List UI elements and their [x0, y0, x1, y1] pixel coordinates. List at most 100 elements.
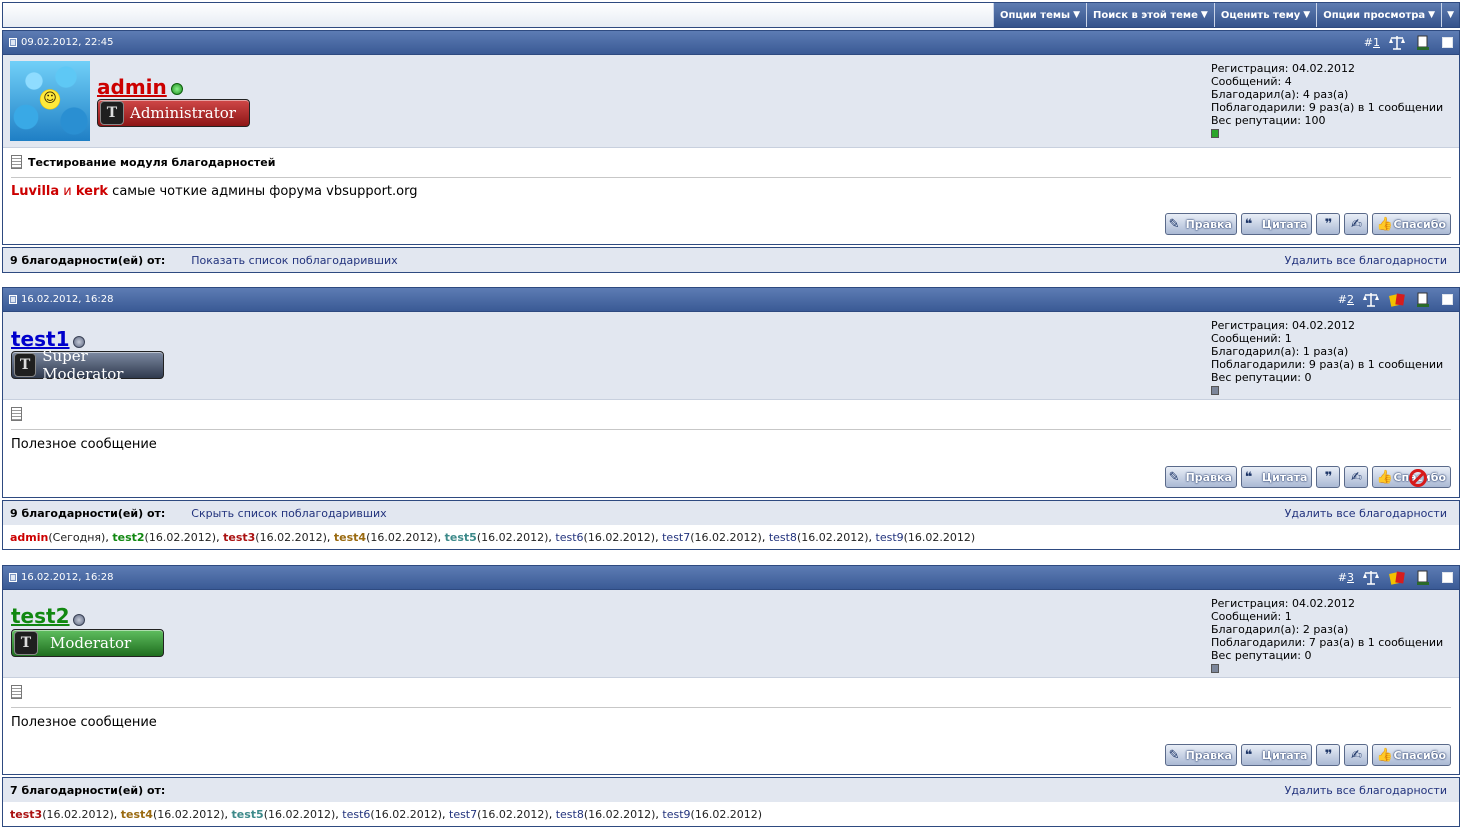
thanks-user-link[interactable]: test8: [769, 531, 797, 544]
quick-reply-button[interactable]: ✍: [1344, 213, 1369, 235]
reputation-scales-icon[interactable]: [1388, 34, 1406, 52]
thanks-user-link[interactable]: test3: [10, 808, 42, 821]
postbit-user-row: test1 T Super Moderator Регистрация: 04.…: [3, 312, 1459, 400]
reputation-scales-icon[interactable]: [1362, 569, 1380, 587]
delete-all-thanks-link[interactable]: Удалить все благодарности: [1285, 507, 1447, 520]
warning-card-icon[interactable]: [1388, 291, 1406, 309]
thanks-user-link[interactable]: test7: [662, 531, 690, 544]
list-separator: ,: [326, 530, 334, 544]
quote-button[interactable]: ❝ Цитата: [1240, 744, 1313, 766]
edit-button[interactable]: ✎ Правка: [1164, 744, 1237, 766]
display-options-menu[interactable]: Опции просмотра ▼: [1316, 3, 1442, 27]
post-title: Тестирование модуля благодарностей: [11, 155, 1451, 169]
user-online-icon: [171, 83, 183, 95]
multi-quote-button[interactable]: ❞: [1316, 213, 1341, 235]
multi-quote-button[interactable]: ❞: [1316, 744, 1341, 766]
thanks-button[interactable]: 👍 Спасибо: [1372, 744, 1451, 766]
more-menu-button[interactable]: ▼: [1441, 3, 1459, 27]
username-link[interactable]: admin: [97, 75, 167, 99]
rate-thread-menu[interactable]: Оценить тему ▼: [1213, 3, 1317, 27]
thanks-date: (Сегодня): [48, 530, 106, 544]
warning-card-icon[interactable]: [1388, 569, 1406, 587]
report-post-icon[interactable]: [1414, 291, 1432, 309]
thanks-user-link[interactable]: test6: [342, 808, 370, 821]
list-separator: ,: [655, 530, 663, 544]
user-reg-date: Регистрация: 04.02.2012: [1211, 597, 1355, 610]
postbit-user-row: test2 T Moderator Регистрация: 04.02.201…: [3, 590, 1459, 678]
report-post-icon[interactable]: [1414, 569, 1432, 587]
user-thanked: Благодарил(а): 1 раз(а): [1211, 345, 1349, 358]
post-3: 16.02.2012, 16:28 #3 test2 T Moderator Р…: [2, 565, 1460, 775]
thanks-user-link[interactable]: test4: [121, 808, 153, 821]
post-title-text: Тестирование модуля благодарностей: [28, 155, 276, 169]
dropdown-arrow-icon: ▼: [1447, 9, 1454, 20]
thanks-date: (16.02.2012): [477, 807, 549, 821]
mention-luvilla[interactable]: Luvilla: [11, 184, 59, 199]
edit-button[interactable]: ✎ Правка: [1164, 466, 1237, 488]
thread-options-menu[interactable]: Опции темы ▼: [992, 3, 1087, 27]
username-link[interactable]: test2: [11, 604, 70, 628]
thanks-box-3: 7 благодарности(ей) от: Удалить все благ…: [2, 777, 1460, 827]
reputation-scales-icon[interactable]: [1362, 291, 1380, 309]
delete-all-thanks-link[interactable]: Удалить все благодарности: [1285, 254, 1447, 267]
toggle-thanks-list-link[interactable]: Показать список поблагодаривших: [191, 254, 397, 267]
thanks-user-link[interactable]: test6: [555, 531, 583, 544]
post-number-link[interactable]: #1: [1364, 36, 1380, 49]
thanks-user-link[interactable]: test3: [223, 531, 255, 544]
quote-icon: ❝: [1244, 748, 1253, 763]
thanks-user-link[interactable]: test5: [232, 808, 264, 821]
quick-reply-icon: ✍: [1350, 469, 1362, 485]
post-status-icon: [9, 573, 17, 582]
post-header: 16.02.2012, 16:28 #3: [3, 566, 1459, 590]
multi-quote-icon: ❞: [1324, 747, 1333, 763]
select-post-checkbox[interactable]: [1442, 572, 1453, 583]
post-icon: [11, 407, 22, 421]
user-thanked-by: Поблагодарили: 9 раз(а) в 1 сообщении: [1211, 358, 1444, 371]
edit-button[interactable]: ✎ Правка: [1164, 213, 1237, 235]
quote-button[interactable]: ❝ Цитата: [1240, 213, 1313, 235]
thanks-date: (16.02.2012): [42, 807, 114, 821]
thanks-user-link[interactable]: test5: [445, 531, 477, 544]
thanks-user-link[interactable]: test9: [662, 808, 690, 821]
search-thread-menu[interactable]: Поиск в этой теме ▼: [1086, 3, 1214, 27]
user-avatar[interactable]: ☺: [10, 61, 90, 141]
select-post-checkbox[interactable]: [1442, 294, 1453, 305]
toggle-thanks-list-link[interactable]: Скрыть список поблагодаривших: [191, 507, 386, 520]
select-post-checkbox[interactable]: [1442, 37, 1453, 48]
thanks-user-link[interactable]: admin: [10, 531, 48, 544]
thanks-user-list: admin (Сегодня), test2 (16.02.2012), tes…: [3, 525, 1459, 549]
post-title: [11, 685, 1451, 699]
forbidden-icon: [1409, 469, 1428, 487]
report-post-icon[interactable]: [1414, 34, 1432, 52]
thanks-header: 9 благодарности(ей) от: Показать список …: [3, 248, 1459, 272]
dropdown-arrow-icon: ▼: [1073, 9, 1081, 20]
quote-icon: ❝: [1244, 217, 1253, 232]
thanks-user-link[interactable]: test2: [112, 531, 144, 544]
thanks-date: (16.02.2012): [690, 530, 762, 544]
list-separator: ,: [224, 807, 232, 821]
thanks-date: (16.02.2012): [476, 530, 549, 544]
quick-reply-button[interactable]: ✍: [1344, 744, 1369, 766]
delete-all-thanks-link[interactable]: Удалить все благодарности: [1285, 784, 1447, 797]
quote-button[interactable]: ❝ Цитата: [1240, 466, 1313, 488]
post-2: 16.02.2012, 16:28 #2 test1 T Super Moder…: [2, 287, 1460, 498]
list-separator: ,: [548, 807, 556, 821]
thanks-user-link[interactable]: test4: [334, 531, 366, 544]
remove-thanks-button[interactable]: 👍 Спасибо: [1372, 466, 1451, 488]
user-thanked-by: Поблагодарили: 7 раз(а) в 1 сообщении: [1211, 636, 1444, 649]
thanks-header: 7 благодарности(ей) от: Удалить все благ…: [3, 778, 1459, 802]
thread-view: Опции темы ▼ Поиск в этой теме ▼ Оценить…: [0, 0, 1462, 835]
quick-reply-button[interactable]: ✍: [1344, 466, 1369, 488]
thanks-date: (16.02.2012): [796, 530, 869, 544]
thanks-user-link[interactable]: test7: [449, 808, 477, 821]
post-number-link[interactable]: #2: [1338, 293, 1354, 306]
post-number-link[interactable]: #3: [1338, 571, 1354, 584]
thanks-date: (16.02.2012): [903, 530, 976, 544]
mention-kerk[interactable]: kerk: [76, 184, 108, 199]
multi-quote-button[interactable]: ❞: [1316, 466, 1341, 488]
thanks-header: 9 благодарности(ей) от: Скрыть список по…: [3, 501, 1459, 525]
thanks-user-link[interactable]: test8: [556, 808, 584, 821]
post-action-buttons: ✎ Правка ❝ Цитата ❞ ✍ 👍 Спасибо: [1164, 213, 1451, 235]
thanks-button[interactable]: 👍 Спасибо: [1372, 213, 1451, 235]
thanks-user-link[interactable]: test9: [876, 531, 904, 544]
